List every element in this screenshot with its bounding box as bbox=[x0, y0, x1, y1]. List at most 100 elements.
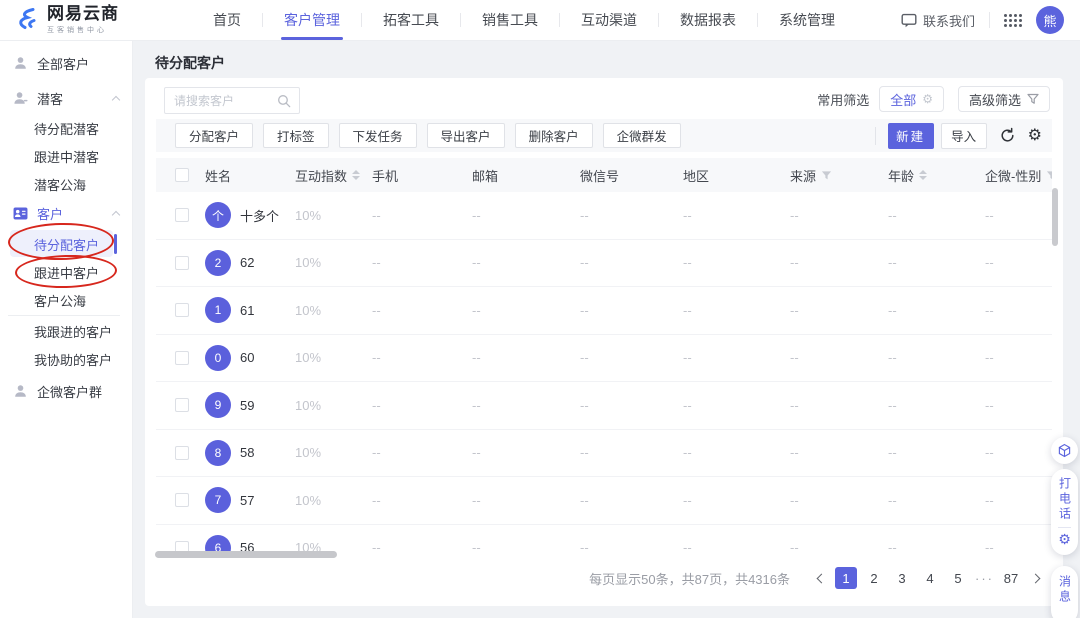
widget-cube-button[interactable] bbox=[1051, 437, 1078, 464]
row-checkbox[interactable] bbox=[175, 208, 189, 222]
select-all-checkbox[interactable] bbox=[175, 168, 189, 182]
sidebar-item-all-customers[interactable]: 全部客户 bbox=[0, 49, 133, 77]
column-interaction-index[interactable]: 互动指数 bbox=[295, 166, 372, 185]
chevron-up-icon[interactable] bbox=[112, 95, 120, 103]
interaction-value: 10% bbox=[295, 493, 372, 508]
sidebar-item-wecom-groups[interactable]: 企微客户群 bbox=[0, 377, 133, 405]
brand-title: 网易云商 bbox=[47, 5, 119, 23]
sidebar-item-prospect-pool[interactable]: 潜客公海 bbox=[0, 170, 133, 198]
gender-value: -- bbox=[985, 445, 1052, 460]
user-avatar[interactable]: 熊 bbox=[1036, 6, 1064, 34]
column-wechat[interactable]: 微信号 bbox=[580, 166, 683, 185]
page-number-3[interactable]: 3 bbox=[891, 567, 913, 589]
sidebar-item-my-followed[interactable]: 我跟进的客户 bbox=[0, 317, 133, 345]
row-avatar: 0 bbox=[205, 345, 231, 371]
sidebar-item-following-customers[interactable]: 跟进中客户 bbox=[0, 258, 133, 286]
nav-item-acquisition-tools[interactable]: 拓客工具 bbox=[362, 0, 460, 40]
refresh-icon[interactable] bbox=[999, 127, 1016, 144]
customer-name-link[interactable]: 60 bbox=[240, 350, 254, 365]
page-number-5[interactable]: 5 bbox=[947, 567, 969, 589]
vertical-scrollbar[interactable] bbox=[1052, 188, 1058, 246]
export-customers-button[interactable]: 导出客户 bbox=[427, 123, 505, 148]
message-widget[interactable]: 消息 bbox=[1051, 566, 1078, 618]
age-value: -- bbox=[888, 398, 985, 413]
nav-item-interaction-channels[interactable]: 互动渠道 bbox=[560, 0, 658, 40]
sidebar-item-label: 待分配客户 bbox=[34, 235, 99, 254]
next-page-button[interactable] bbox=[1025, 566, 1049, 590]
prev-page-button[interactable] bbox=[808, 566, 832, 590]
sidebar-item-unassigned-customers[interactable]: 待分配客户 bbox=[0, 230, 133, 258]
sort-icon[interactable] bbox=[352, 170, 360, 180]
app-window: 网易云商 互客销售中心 首页 客户管理 拓客工具 销售工具 互动渠道 数据报表 … bbox=[0, 0, 1080, 618]
search-icon[interactable] bbox=[277, 94, 291, 108]
customer-name-link[interactable]: 57 bbox=[240, 493, 254, 508]
filter-all-button[interactable]: 全部 ⚙ bbox=[879, 86, 944, 112]
wecom-broadcast-button[interactable]: 企微群发 bbox=[603, 123, 681, 148]
brand-logo-text: 网易云商 互客销售中心 bbox=[47, 5, 119, 35]
delete-customers-button[interactable]: 删除客户 bbox=[515, 123, 593, 148]
row-checkbox[interactable] bbox=[175, 446, 189, 460]
dispatch-task-button[interactable]: 下发任务 bbox=[339, 123, 417, 148]
page-number-4[interactable]: 4 bbox=[919, 567, 941, 589]
row-checkbox[interactable] bbox=[175, 303, 189, 317]
header-separator bbox=[989, 12, 990, 28]
table-row: 757 10% -- -- -- -- -- -- -- bbox=[156, 477, 1052, 525]
tag-button[interactable]: 打标签 bbox=[263, 123, 329, 148]
customer-name-link[interactable]: 62 bbox=[240, 255, 254, 270]
age-value: -- bbox=[888, 255, 985, 270]
column-source[interactable]: 来源 bbox=[790, 166, 888, 185]
row-checkbox[interactable] bbox=[175, 351, 189, 365]
contact-us-button[interactable]: 联系我们 bbox=[901, 11, 975, 30]
sidebar-item-customer-pool[interactable]: 客户公海 bbox=[0, 286, 133, 314]
page-number-2[interactable]: 2 bbox=[863, 567, 885, 589]
row-checkbox[interactable] bbox=[175, 493, 189, 507]
assign-customers-button[interactable]: 分配客户 bbox=[175, 123, 253, 148]
page-number-1[interactable]: 1 bbox=[835, 567, 857, 589]
search-input[interactable] bbox=[165, 94, 277, 108]
column-age[interactable]: 年龄 bbox=[888, 166, 985, 185]
region-value: -- bbox=[683, 540, 790, 553]
more-pages-ellipsis[interactable]: ··· bbox=[975, 571, 994, 586]
customer-name-link[interactable]: 十多个 bbox=[240, 206, 279, 225]
settings-gear-icon[interactable]: ⚙ bbox=[1028, 128, 1042, 144]
column-region[interactable]: 地区 bbox=[683, 166, 790, 185]
customer-search-box bbox=[164, 87, 300, 114]
age-value: -- bbox=[888, 303, 985, 318]
gear-icon[interactable]: ⚙ bbox=[922, 92, 933, 106]
filter-funnel-icon[interactable] bbox=[1046, 170, 1052, 181]
call-settings-gear-icon[interactable]: ⚙ bbox=[1058, 532, 1071, 546]
sidebar-item-my-assisted[interactable]: 我协助的客户 bbox=[0, 345, 133, 373]
sidebar-item-unassigned-prospects[interactable]: 待分配潜客 bbox=[0, 114, 133, 142]
sidebar-group-customers[interactable]: 客户 bbox=[0, 199, 133, 227]
email-value: -- bbox=[472, 540, 580, 553]
customer-name-link[interactable]: 61 bbox=[240, 303, 254, 318]
row-checkbox[interactable] bbox=[175, 398, 189, 412]
import-button[interactable]: 导入 bbox=[941, 123, 987, 149]
brand-logo[interactable]: 网易云商 互客销售中心 bbox=[14, 5, 164, 35]
call-phone-widget[interactable]: 打电话 ⚙ bbox=[1051, 469, 1078, 555]
message-label: 消息 bbox=[1058, 575, 1072, 605]
column-email[interactable]: 邮箱 bbox=[472, 166, 580, 185]
horizontal-scrollbar[interactable] bbox=[155, 551, 337, 558]
sidebar-item-following-prospects[interactable]: 跟进中潜客 bbox=[0, 142, 133, 170]
nav-item-system-management[interactable]: 系统管理 bbox=[758, 0, 856, 40]
customer-name-link[interactable]: 59 bbox=[240, 398, 254, 413]
chevron-up-icon[interactable] bbox=[112, 210, 120, 218]
nav-item-customer-management[interactable]: 客户管理 bbox=[263, 0, 361, 40]
filter-funnel-icon[interactable] bbox=[821, 170, 832, 181]
apps-grid-icon[interactable] bbox=[1004, 14, 1022, 27]
row-checkbox[interactable] bbox=[175, 256, 189, 270]
column-name[interactable]: 姓名 bbox=[205, 166, 295, 185]
new-customer-button[interactable]: 新建 bbox=[888, 123, 934, 149]
sort-icon[interactable] bbox=[919, 170, 927, 180]
column-phone[interactable]: 手机 bbox=[372, 166, 472, 185]
nav-item-sales-tools[interactable]: 销售工具 bbox=[461, 0, 559, 40]
sidebar-group-prospects[interactable]: 潜客 bbox=[0, 84, 133, 112]
nav-item-data-reports[interactable]: 数据报表 bbox=[659, 0, 757, 40]
advanced-filter-button[interactable]: 高级筛选 bbox=[958, 86, 1050, 112]
column-wecom-gender[interactable]: 企微-性别 bbox=[985, 166, 1052, 185]
active-indicator-bar bbox=[114, 234, 117, 254]
nav-item-home[interactable]: 首页 bbox=[192, 0, 262, 40]
page-number-87[interactable]: 87 bbox=[1000, 567, 1022, 589]
customer-name-link[interactable]: 58 bbox=[240, 445, 254, 460]
